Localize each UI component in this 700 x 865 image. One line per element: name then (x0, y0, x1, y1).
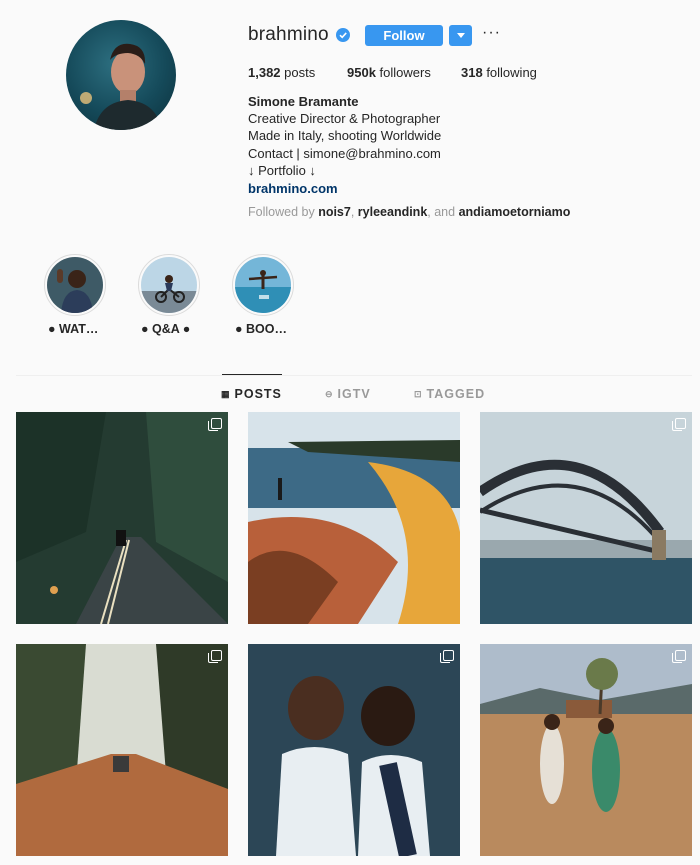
post-thumbnail[interactable] (248, 644, 460, 856)
separator: , and (427, 205, 459, 219)
follow-button[interactable]: Follow (365, 25, 443, 46)
highlight-thumbnail (235, 257, 291, 313)
highlight-label: ● WAT… (48, 322, 99, 336)
posts-label: posts (280, 65, 316, 80)
followed-by-prefix: Followed by (248, 205, 319, 219)
igtv-icon: ⊖ (325, 388, 334, 399)
mutual-follower-link[interactable]: andiamoetorniamo (459, 205, 571, 219)
bio-line: Contact | simone@brahmino.com (248, 146, 441, 161)
tab-igtv[interactable]: ⊖ IGTV (325, 387, 371, 401)
story-highlight[interactable] (232, 254, 294, 316)
highlight-ring (232, 254, 294, 316)
grid-icon: ▦ (221, 388, 231, 399)
story-highlight[interactable] (138, 254, 200, 316)
highlight-thumbnail (141, 257, 197, 313)
tab-label: TAGGED (426, 387, 486, 401)
post-thumbnail[interactable] (16, 412, 228, 624)
followed-by-text: Followed by nois7, ryleeandink, and andi… (248, 205, 570, 219)
bio-line: ↓ Portfolio ↓ (248, 163, 316, 178)
highlight-label: ● BOO… (235, 322, 287, 336)
bio-line: Made in Italy, shooting Worldwide (248, 128, 442, 143)
tab-tagged[interactable]: ⊡ TAGGED (414, 387, 485, 401)
multiple-photos-icon (208, 650, 222, 663)
multiple-photos-icon (672, 650, 686, 663)
posts-count-stat: 1,382 posts (248, 65, 315, 80)
followers-label: followers (375, 65, 431, 80)
tab-label: IGTV (337, 387, 371, 401)
website-link[interactable]: brahmino.com (248, 180, 338, 197)
verified-badge-icon (336, 28, 350, 42)
active-tab-indicator (222, 374, 282, 375)
tab-label: POSTS (234, 387, 282, 401)
highlight-ring (138, 254, 200, 316)
tabs-divider (16, 375, 692, 376)
highlight-ring (44, 254, 106, 316)
post-thumbnail[interactable] (16, 644, 228, 856)
profile-full-name: Simone Bramante (248, 94, 359, 109)
following-count: 318 (461, 65, 483, 80)
highlight-thumbnail (47, 257, 103, 313)
multiple-photos-icon (440, 650, 454, 663)
profile-avatar[interactable] (66, 20, 176, 130)
highlight-label: ● Q&A ● (141, 322, 191, 336)
multiple-photos-icon (208, 418, 222, 431)
separator: , (350, 205, 358, 219)
post-thumbnail[interactable] (248, 412, 460, 624)
posts-count: 1,382 (248, 65, 281, 80)
chevron-down-icon (456, 33, 465, 38)
following-stat[interactable]: 318 following (461, 65, 537, 80)
suggested-accounts-dropdown-button[interactable] (449, 25, 472, 46)
followers-count: 950k (347, 65, 376, 80)
bio-line: Creative Director & Photographer (248, 111, 441, 126)
mutual-follower-link[interactable]: ryleeandink (358, 205, 427, 219)
multiple-photos-icon (672, 418, 686, 431)
following-label: following (482, 65, 537, 80)
story-highlight[interactable] (44, 254, 106, 316)
more-options-icon[interactable]: ··· (482, 24, 501, 42)
post-thumbnail[interactable] (480, 644, 692, 856)
post-thumbnail[interactable] (480, 412, 692, 624)
profile-username: brahmino (248, 24, 329, 45)
followers-stat[interactable]: 950k followers (347, 65, 431, 80)
tab-posts[interactable]: ▦ POSTS (221, 387, 282, 401)
tagged-icon: ⊡ (414, 388, 423, 399)
mutual-follower-link[interactable]: nois7 (318, 205, 351, 219)
